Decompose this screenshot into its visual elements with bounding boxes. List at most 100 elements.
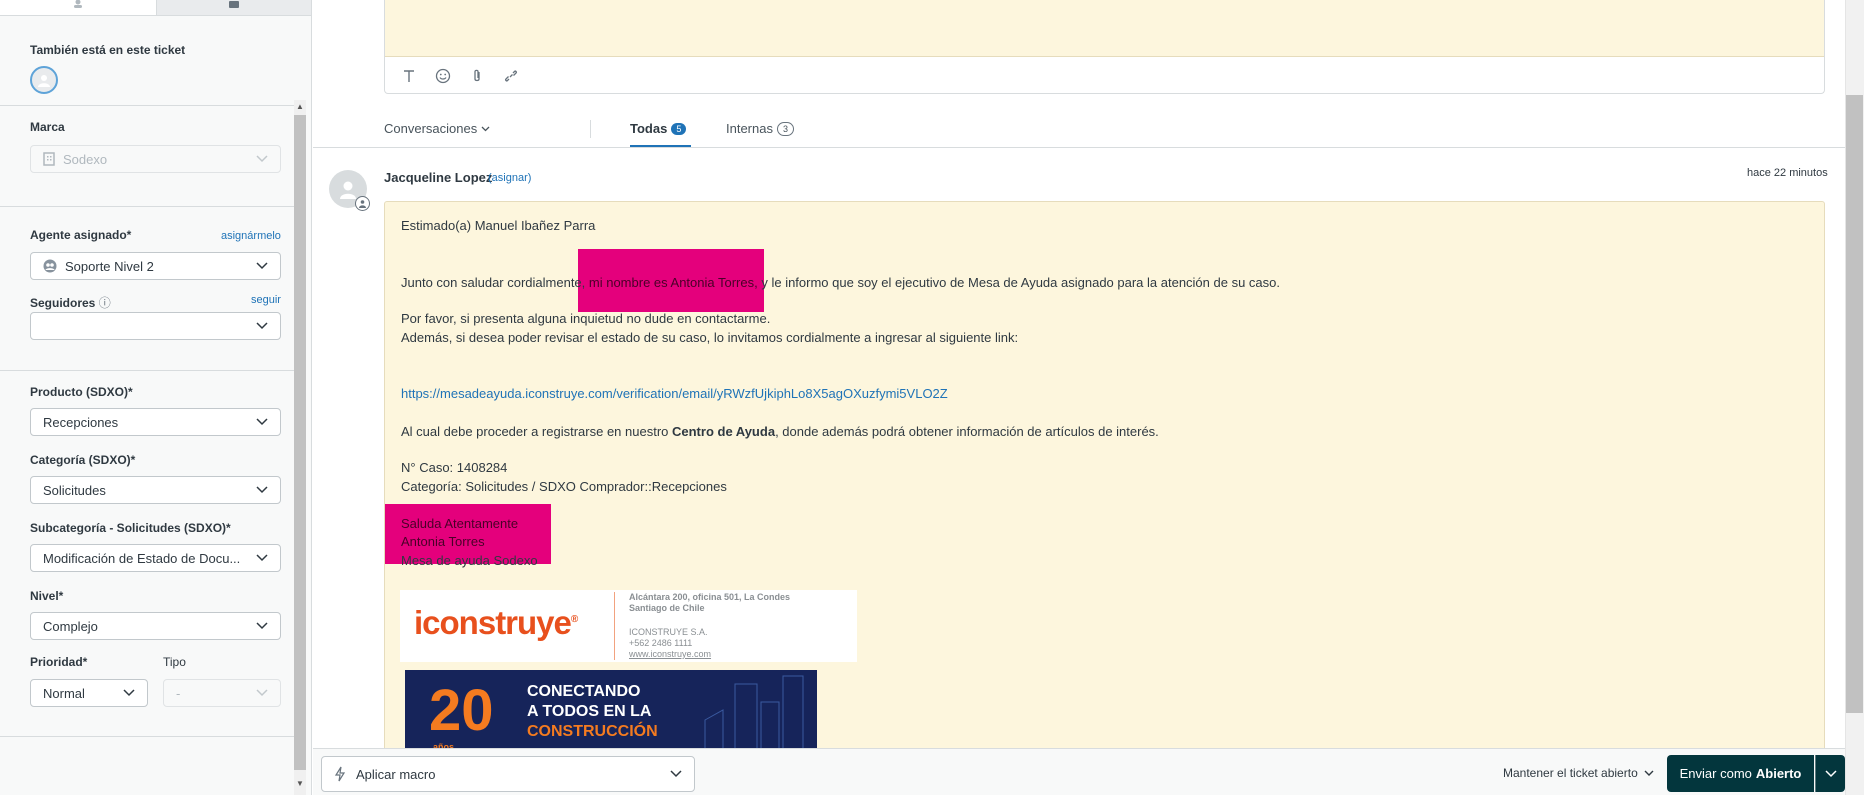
briefcase-icon	[229, 1, 240, 8]
level-select[interactable]: Complejo	[30, 612, 281, 640]
tab-all[interactable]: Todas 5	[630, 121, 687, 136]
brand-label: Marca	[30, 120, 65, 134]
link-icon[interactable]	[501, 66, 521, 86]
priority-value: Normal	[43, 685, 85, 701]
apply-macro-select[interactable]: Aplicar macro	[321, 756, 695, 792]
banner-line-2: A TODOS EN LA	[527, 703, 652, 720]
paragraph-4: Al cual debe proceder a registrarse en n…	[401, 424, 1159, 439]
assignee-label: Agente asignado*	[30, 228, 132, 242]
submit-as-open-button[interactable]: Enviar como Abierto	[1667, 755, 1814, 792]
sign-off: Saluda Atentamente	[401, 516, 519, 531]
sidebar-scrollbar-thumb[interactable]	[294, 115, 306, 770]
attachment-icon[interactable]	[467, 66, 487, 86]
signature-company: ICONSTRUYE S.A.	[629, 627, 708, 637]
scroll-up-arrow-icon[interactable]: ▲	[294, 100, 306, 114]
composer-text-area[interactable]	[385, 0, 1824, 57]
user-icon	[73, 0, 82, 8]
subcategory-label: Subcategoría - Solicitudes (SDXO)*	[30, 521, 231, 535]
category-value: Solicitudes	[43, 482, 106, 498]
submit-status: Abierto	[1755, 766, 1802, 781]
case-link: https://mesadeayuda.iconstruye.com/verif…	[401, 386, 948, 401]
p4-end: , donde además podrá obtener información…	[775, 424, 1159, 439]
followers-input[interactable]	[30, 312, 281, 340]
divider	[0, 206, 294, 207]
message-author[interactable]: Jacqueline Lopez	[384, 170, 492, 185]
collaborator-avatar[interactable]	[30, 66, 58, 94]
chevron-down-icon	[670, 770, 682, 778]
priority-label: Prioridad*	[30, 655, 88, 669]
intro-text-start: Junto con saludar cordialmente,	[401, 275, 589, 290]
assign-to-me-link[interactable]: asignármelo	[221, 230, 281, 242]
logo-text: iconstruye	[414, 604, 572, 641]
tab-internal[interactable]: Internas 3	[726, 121, 794, 136]
assignee-select[interactable]: Soporte Nivel 2	[30, 252, 281, 280]
follow-link[interactable]: seguir	[251, 294, 281, 306]
text-format-icon[interactable]	[399, 66, 419, 86]
tab-conversations-label: Conversaciones	[384, 121, 478, 136]
tab-user[interactable]	[0, 0, 156, 15]
subcategory-value: Modificación de Estado de Docu...	[43, 550, 241, 566]
chevron-down-icon	[256, 418, 268, 426]
tab-apps[interactable]	[155, 0, 311, 15]
signature-address-1: Alcántara 200, oficina 501, La Condes	[629, 592, 791, 602]
ticket-footer: Aplicar macro Mantener el ticket abierto…	[313, 748, 1845, 795]
category-select[interactable]: Solicitudes	[30, 476, 281, 504]
chevron-down-icon	[256, 689, 268, 697]
assign-link[interactable]: (asignar)	[488, 172, 531, 184]
lightning-icon	[334, 766, 346, 782]
level-label: Nivel*	[30, 589, 64, 603]
tabs-separator	[590, 120, 591, 138]
case-category: Categoría: Solicitudes / SDXO Comprador:…	[401, 479, 727, 494]
divider	[0, 370, 294, 371]
type-select[interactable]: -	[163, 679, 281, 707]
brand-select[interactable]: Sodexo	[30, 145, 281, 173]
intro-redacted-text: mi nombre es Antonia Torres,	[588, 275, 758, 290]
greeting: Estimado(a) Manuel Ibañez Parra	[401, 218, 596, 233]
paragraph-2: Por favor, si presenta alguna inquietud …	[401, 311, 771, 326]
product-select[interactable]: Recepciones	[30, 408, 281, 436]
composer-toolbar	[399, 66, 521, 86]
chevron-down-icon	[256, 622, 268, 630]
also-in-ticket-label: También está en este ticket	[30, 43, 186, 57]
chevron-down-icon	[256, 155, 268, 163]
signature-address-2: Santiago de Chile	[629, 603, 705, 613]
main-scrollbar-thumb[interactable]	[1846, 95, 1863, 713]
verification-link[interactable]: https://mesadeayuda.iconstruye.com/verif…	[401, 386, 948, 401]
tab-internal-label: Internas	[726, 121, 773, 136]
assignee-value: Soporte Nivel 2	[65, 258, 154, 274]
chevron-down-icon	[256, 262, 268, 270]
priority-select[interactable]: Normal	[30, 679, 148, 707]
message-timestamp: hace 22 minutos	[1747, 167, 1828, 179]
user-icon	[340, 181, 356, 199]
divider	[0, 105, 294, 106]
product-label: Producto (SDXO)*	[30, 385, 133, 399]
building-icon	[43, 152, 55, 166]
followers-label: Seguidores ⓘ	[30, 294, 111, 311]
chevron-down-icon	[256, 322, 268, 330]
info-icon[interactable]: ⓘ	[99, 296, 111, 310]
emoji-icon[interactable]	[433, 66, 453, 86]
type-value: -	[176, 685, 181, 701]
user-icon	[38, 75, 50, 87]
intro-paragraph: Junto con saludar cordialmente, mi nombr…	[401, 275, 1280, 290]
signature-divider	[614, 592, 615, 660]
level-value: Complejo	[43, 618, 98, 634]
agent-badge-icon	[355, 196, 370, 211]
scroll-down-arrow-icon[interactable]: ▼	[294, 777, 306, 791]
reply-composer[interactable]	[384, 0, 1825, 94]
tab-conversations[interactable]: Conversaciones	[384, 121, 490, 136]
submit-options-button[interactable]	[1815, 755, 1845, 792]
keep-ticket-open-toggle[interactable]: Mantener el ticket abierto	[1503, 766, 1654, 780]
ticket-properties-sidebar: También está en este ticket Marca Sodexo…	[0, 0, 312, 795]
subcategory-select[interactable]: Modificación de Estado de Docu...	[30, 544, 281, 572]
type-label: Tipo	[163, 655, 186, 669]
chevron-down-icon	[123, 689, 135, 697]
tabs-divider	[313, 147, 1845, 148]
signature-web[interactable]: www.iconstruye.com	[629, 649, 711, 659]
divider	[0, 736, 294, 737]
group-icon	[43, 259, 57, 273]
case-number: N° Caso: 1408284	[401, 460, 508, 475]
banner-line-1: CONECTANDO	[527, 683, 641, 700]
banner-line-3: CONSTRUCCIÓN	[527, 723, 658, 740]
chevron-down-icon	[256, 486, 268, 494]
